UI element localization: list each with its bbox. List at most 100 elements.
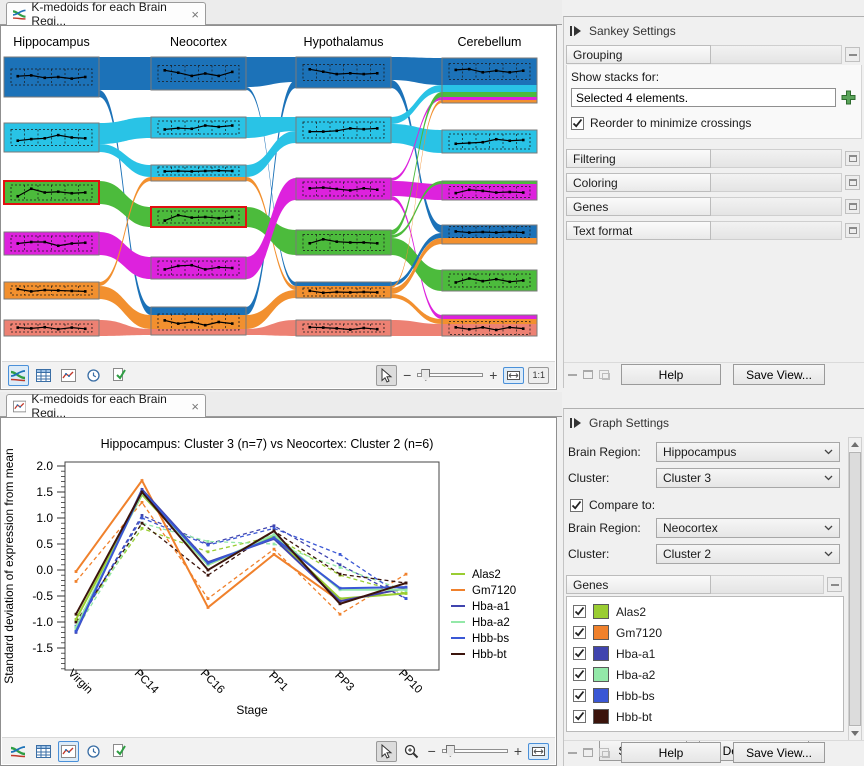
sankey-cluster-node[interactable] [151,207,246,227]
zoom-slider[interactable] [417,369,483,381]
zoom-slider-thumb[interactable] [421,369,430,381]
gene-row-Hbb-bt[interactable]: Hbb-bt [569,706,841,727]
line-graph-view-button[interactable] [58,365,79,386]
help-button[interactable]: Help [621,364,721,385]
sankey-link-green[interactable] [391,92,442,235]
zoom-in-button[interactable]: + [512,743,524,759]
scrollbar-thumb[interactable] [849,452,861,726]
sankey-settings-header[interactable]: Sankey Settings [564,17,864,44]
compare-cluster-dropdown[interactable]: Cluster 2 [656,544,840,564]
sankey-cluster-node[interactable] [4,57,99,97]
expand-section-icon[interactable] [845,175,860,190]
scroll-down-icon[interactable] [849,727,861,740]
section-coloring-label[interactable]: Coloring [566,173,711,192]
save-view-button[interactable]: Save View... [733,364,825,385]
zoom-in-button[interactable]: + [487,367,499,383]
zoom-tool-button[interactable] [401,741,422,762]
compare-to-checkbox[interactable] [570,499,583,512]
sankey-cluster-node[interactable] [4,181,99,204]
collapse-section-icon[interactable] [827,577,842,592]
section-coloring[interactable]: Coloring [566,173,862,192]
sankey-link-magenta[interactable] [246,178,296,279]
sankey-diagram[interactable]: HippocampusNeocortexHypothalamusCerebell… [1,26,556,357]
gene-row-Alas2[interactable]: Alas2 [569,601,841,622]
scroll-up-icon[interactable] [849,438,861,451]
sankey-link-blue[interactable] [99,57,151,90]
sankey-cluster-node[interactable] [296,230,391,255]
settings-scrollbar[interactable] [848,437,862,741]
sankey-cluster-node[interactable] [442,130,537,153]
add-elements-button[interactable] [840,89,857,106]
element-info-button[interactable] [108,741,129,762]
expand-section-icon[interactable] [845,199,860,214]
dock-panel-icon[interactable] [599,370,609,379]
tab-close-icon[interactable]: × [191,8,199,21]
gene-row-Hba-a1[interactable]: Hba-a1 [569,643,841,664]
maximize-panel-icon[interactable] [583,748,593,757]
sankey-cluster-node[interactable] [296,320,391,336]
sankey-cluster-node[interactable] [4,320,99,336]
history-view-button[interactable] [83,741,104,762]
fit-width-button[interactable] [528,743,549,760]
zoom-out-button[interactable]: − [401,367,413,383]
sankey-cluster-node[interactable] [4,282,99,299]
expand-section-icon[interactable] [845,151,860,166]
sankey-link-blue[interactable] [391,57,442,85]
sankey-cluster-node[interactable] [151,57,246,90]
sankey-cluster-node[interactable] [442,315,537,336]
expression-line-chart[interactable]: Hippocampus: Cluster 3 (n=7) vs Neocorte… [1,418,556,736]
gene-row-Gm7120[interactable]: Gm7120 [569,622,841,643]
section-grouping-label[interactable]: Grouping [566,45,711,64]
sankey-cluster-node[interactable] [296,57,391,88]
sankey-cluster-node[interactable] [151,257,246,279]
pointer-tool-button[interactable] [376,365,397,386]
one-to-one-zoom-button[interactable]: 1:1 [528,367,549,384]
expand-section-icon[interactable] [845,223,860,238]
sankey-link-magenta[interactable] [99,232,151,279]
section-filtering[interactable]: Filtering [566,149,862,168]
sankey-mode-button[interactable] [8,365,29,386]
sankey-cluster-node[interactable] [442,181,537,200]
sankey-cluster-node[interactable] [151,165,246,181]
sankey-link-green[interactable] [99,181,151,227]
sankey-link-blue[interactable] [246,57,296,87]
sankey-cluster-node[interactable] [4,232,99,255]
sankey-link-cyan[interactable] [246,131,296,177]
help-button[interactable]: Help [621,742,721,763]
brain-region-dropdown[interactable]: Hippocampus [656,442,840,462]
zoom-slider[interactable] [442,745,508,757]
gene-row-Hbb-bs[interactable]: Hbb-bs [569,685,841,706]
section-genes-label[interactable]: Genes [566,197,711,216]
element-info-button[interactable] [108,365,129,386]
sankey-cluster-node[interactable] [442,58,537,103]
compare-brain-region-dropdown[interactable]: Neocortex [656,518,840,538]
cluster-dropdown[interactable]: Cluster 3 [656,468,840,488]
zoom-out-button[interactable]: − [426,743,438,759]
gene-checkbox[interactable] [573,689,586,702]
tab-sankey-view[interactable]: K-medoids for each Brain Regi... × [6,2,206,25]
dock-panel-icon[interactable] [599,748,609,757]
sankey-cluster-node[interactable] [296,282,391,298]
tab-graph-view[interactable]: K-medoids for each Brain Regi... × [6,394,206,417]
gene-checkbox[interactable] [573,710,586,723]
zoom-slider-thumb[interactable] [446,745,455,757]
gene-checkbox[interactable] [573,668,586,681]
gene-checkbox[interactable] [573,626,586,639]
section-grouping[interactable]: Grouping [566,45,862,64]
section-text-format-label[interactable]: Text format [566,221,711,240]
pointer-tool-button[interactable] [376,741,397,762]
minimize-panel-icon[interactable] [568,374,577,376]
collapse-section-icon[interactable] [845,47,860,62]
line-graph-view-button[interactable] [58,741,79,762]
minimize-panel-icon[interactable] [568,752,577,754]
section-genes-legend[interactable]: Genes [566,575,844,594]
table-view-button[interactable] [33,365,54,386]
history-view-button[interactable] [83,365,104,386]
sankey-cluster-node[interactable] [442,225,537,244]
graph-settings-header[interactable]: Graph Settings [564,409,864,436]
tab-close-icon[interactable]: × [191,400,199,413]
sankey-cluster-node[interactable] [296,178,391,200]
table-view-button[interactable] [33,741,54,762]
sankey-cluster-node[interactable] [151,307,246,335]
reorder-checkbox[interactable] [571,117,584,130]
